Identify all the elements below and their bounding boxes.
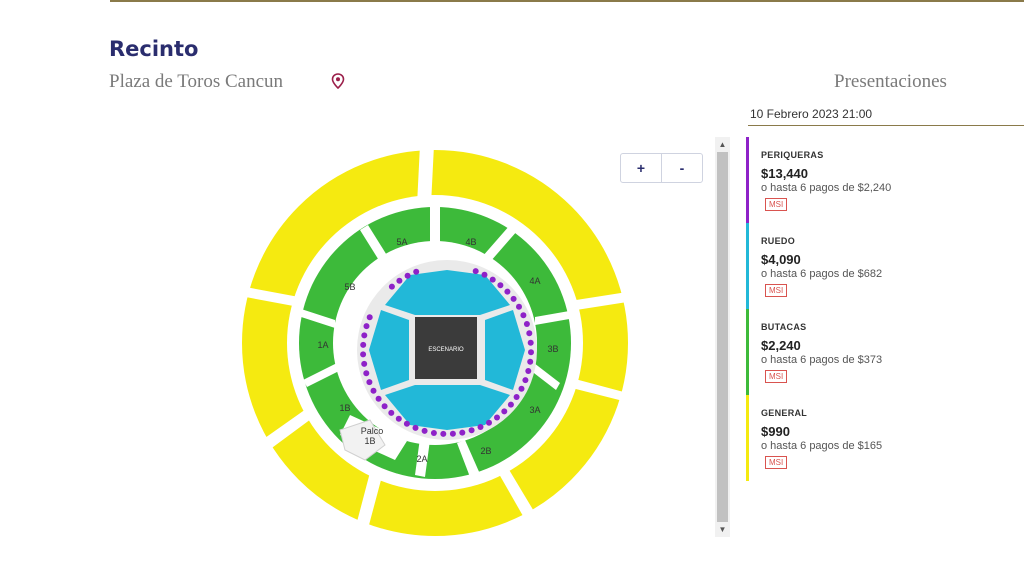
page-title: Recinto xyxy=(109,37,199,61)
section-1b-label[interactable]: 1B xyxy=(339,403,350,413)
periquera-seat[interactable] xyxy=(459,429,466,436)
periquera-seat[interactable] xyxy=(518,385,525,392)
periquera-seat[interactable] xyxy=(525,368,532,374)
periquera-seat[interactable] xyxy=(477,424,484,430)
scroll-up-icon[interactable]: ▲ xyxy=(715,137,730,152)
msi-badge: MSI xyxy=(765,284,788,297)
periquera-seat[interactable] xyxy=(361,332,368,339)
category-price: $13,440 xyxy=(761,166,808,181)
presentation-date[interactable]: 10 Febrero 2023 21:00 xyxy=(750,107,872,121)
periquera-seat[interactable] xyxy=(388,283,395,290)
category-color-bar xyxy=(746,137,749,223)
category-butacas[interactable]: BUTACAS $2,240 o hasta 6 pagos de $373 M… xyxy=(746,309,1016,395)
category-color-bar xyxy=(746,223,749,309)
periquera-seat[interactable] xyxy=(526,330,533,337)
periquera-seat[interactable] xyxy=(523,321,530,327)
periquera-seat[interactable] xyxy=(430,430,437,436)
category-periqueras[interactable]: PERIQUERAS $13,440 o hasta 6 pagos de $2… xyxy=(746,137,1016,223)
scroll-thumb[interactable] xyxy=(717,152,728,522)
periquera-seat[interactable] xyxy=(388,409,395,416)
presentations-heading: Presentaciones xyxy=(834,71,947,92)
section-5a-label[interactable]: 5A xyxy=(396,237,407,247)
stage-label: ESCENARIO xyxy=(428,347,464,353)
periquera-seat[interactable] xyxy=(504,288,511,295)
section-3a-label[interactable]: 3A xyxy=(529,405,540,415)
category-payments: o hasta 6 pagos de $682 xyxy=(761,268,883,280)
zoom-in-button[interactable]: + xyxy=(620,153,662,183)
periquera-seat[interactable] xyxy=(403,420,410,427)
venue-name: Plaza de Toros Cancun xyxy=(109,71,284,92)
category-ruedo[interactable]: RUEDO $4,090 o hasta 6 pagos de $682 MSI xyxy=(746,223,1016,309)
category-name: GENERAL xyxy=(761,408,808,418)
periquera-seat[interactable] xyxy=(472,268,479,275)
periquera-seat[interactable] xyxy=(413,268,420,275)
periquera-seat[interactable] xyxy=(366,379,373,386)
map-scrollbar[interactable]: ▲ ▼ xyxy=(715,137,730,537)
palco-label-1[interactable]: Palco xyxy=(361,426,384,436)
category-price: $2,240 xyxy=(761,338,801,353)
category-color-bar xyxy=(746,395,749,481)
category-color-bar xyxy=(746,309,749,395)
category-price: $4,090 xyxy=(761,252,801,267)
periquera-seat[interactable] xyxy=(494,414,500,421)
category-name: PERIQUERAS xyxy=(761,150,824,160)
seating-map[interactable]: ESCENARIO 5A 4B 4A 5B 1A 3B 1B 3A 2A 2B … xyxy=(235,145,640,540)
periquera-seat[interactable] xyxy=(489,276,496,283)
periquera-seat[interactable] xyxy=(404,272,411,279)
section-3b-label[interactable]: 3B xyxy=(547,344,558,354)
msi-badge: MSI xyxy=(765,370,788,383)
periquera-seat[interactable] xyxy=(449,430,456,437)
periquera-seat[interactable] xyxy=(497,282,504,289)
category-payments: o hasta 6 pagos de $373 xyxy=(761,354,883,366)
periquera-seat[interactable] xyxy=(363,370,370,377)
periquera-seat[interactable] xyxy=(360,351,367,358)
periquera-seat[interactable] xyxy=(527,339,534,346)
periquera-seat[interactable] xyxy=(468,427,475,434)
category-general[interactable]: GENERAL $990 o hasta 6 pagos de $165 MSI xyxy=(746,395,1016,481)
msi-badge: MSI xyxy=(765,198,788,211)
periquera-seat[interactable] xyxy=(528,349,534,356)
category-price: $990 xyxy=(761,424,790,439)
periquera-seat[interactable] xyxy=(510,295,517,302)
periquera-seat[interactable] xyxy=(370,387,377,394)
periquera-seat[interactable] xyxy=(520,312,527,319)
periquera-seat[interactable] xyxy=(513,394,520,400)
periquera-seat[interactable] xyxy=(375,395,382,402)
periquera-seat[interactable] xyxy=(481,271,488,278)
periquera-seat[interactable] xyxy=(522,377,529,384)
periquera-seat[interactable] xyxy=(527,358,534,365)
periquera-seat[interactable] xyxy=(381,403,388,410)
date-divider xyxy=(748,125,1024,126)
periquera-seat[interactable] xyxy=(361,360,368,367)
periquera-seat[interactable] xyxy=(507,401,514,408)
periquera-seat[interactable] xyxy=(421,427,428,434)
periquera-seat[interactable] xyxy=(395,415,402,422)
palco-label-2[interactable]: 1B xyxy=(364,436,375,446)
periquera-seat[interactable] xyxy=(501,408,508,415)
zoom-out-button[interactable]: - xyxy=(661,153,703,183)
scroll-down-icon[interactable]: ▼ xyxy=(715,522,730,537)
section-4b-label[interactable]: 4B xyxy=(465,237,476,247)
category-name: RUEDO xyxy=(761,236,796,246)
section-5b-label[interactable]: 5B xyxy=(344,282,355,292)
periquera-seat[interactable] xyxy=(516,303,522,310)
category-name: BUTACAS xyxy=(761,322,807,332)
section-1a-label[interactable]: 1A xyxy=(317,340,328,350)
category-payments: o hasta 6 pagos de $2,240 xyxy=(761,182,892,194)
periquera-seat[interactable] xyxy=(360,341,367,348)
periquera-seat[interactable] xyxy=(396,277,403,284)
periquera-seat[interactable] xyxy=(412,424,419,431)
periquera-seat[interactable] xyxy=(486,419,492,426)
section-4a-label[interactable]: 4A xyxy=(529,276,540,286)
section-2a-label[interactable]: 2A xyxy=(416,454,427,464)
top-divider xyxy=(110,0,1024,2)
category-payments: o hasta 6 pagos de $165 xyxy=(761,440,883,452)
msi-badge: MSI xyxy=(765,456,788,469)
periquera-seat[interactable] xyxy=(366,314,373,321)
periquera-seat[interactable] xyxy=(363,323,370,330)
periquera-seat[interactable] xyxy=(440,430,447,437)
section-2b-label[interactable]: 2B xyxy=(480,446,491,456)
map-pin-icon[interactable] xyxy=(331,73,345,89)
